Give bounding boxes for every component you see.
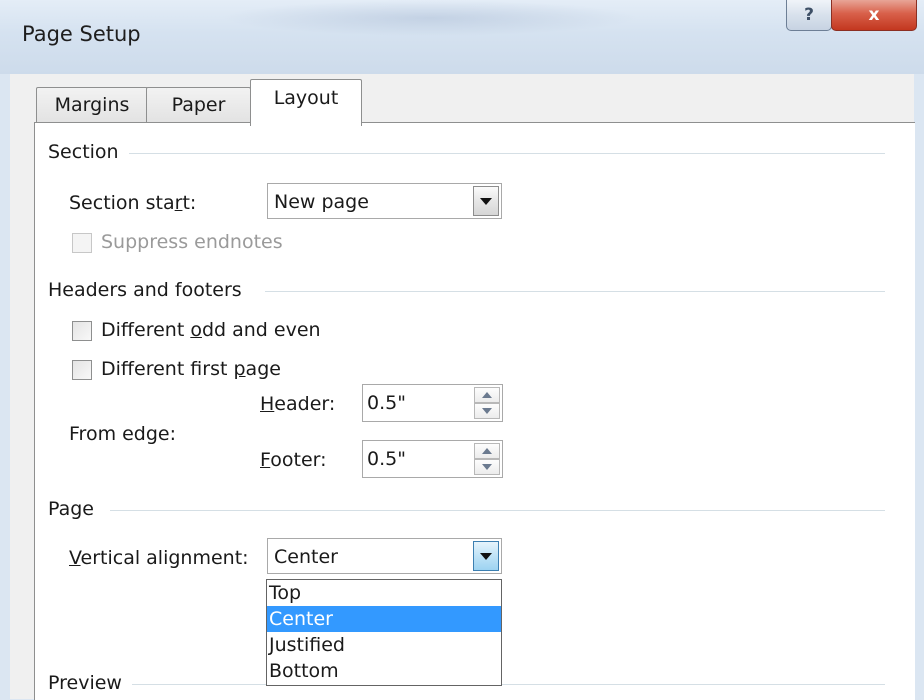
chevron-down-icon[interactable] xyxy=(473,541,499,571)
different-first-page-checkbox[interactable] xyxy=(72,360,92,380)
vertical-alignment-value: Center xyxy=(274,546,338,568)
footer-distance-value: 0.5" xyxy=(367,448,406,470)
different-odd-even-label: Different odd and even xyxy=(101,319,321,341)
spin-down-icon[interactable] xyxy=(474,459,500,475)
dialog-title: Page Setup xyxy=(22,22,141,46)
page-group-label: Page xyxy=(48,498,104,520)
label-text: age xyxy=(245,358,281,380)
help-icon: ? xyxy=(804,5,814,25)
chevron-down-icon[interactable] xyxy=(473,186,499,216)
label-text: t: xyxy=(182,192,197,214)
label-accel: H xyxy=(260,393,275,415)
dropdown-option-center[interactable]: Center xyxy=(267,606,501,632)
tab-margins[interactable]: Margins xyxy=(36,87,148,122)
vertical-alignment-label: Vertical alignment: xyxy=(69,547,249,569)
label-text: eader: xyxy=(274,393,336,415)
headers-footers-group-label: Headers and footers xyxy=(48,279,252,301)
section-start-label: Section start: xyxy=(69,192,196,214)
dropdown-option-top[interactable]: Top xyxy=(267,580,501,606)
tab-layout[interactable]: Layout xyxy=(250,79,362,126)
label-text: ooter: xyxy=(270,449,327,471)
header-distance-spinner[interactable]: 0.5" xyxy=(362,384,503,422)
close-button[interactable]: x xyxy=(831,0,917,31)
dropdown-option-justified[interactable]: Justified xyxy=(267,632,501,658)
dropdown-option-bottom[interactable]: Bottom xyxy=(267,658,501,684)
tab-label: Margins xyxy=(54,94,130,116)
spinner-buttons xyxy=(474,387,500,419)
from-edge-label: From edge: xyxy=(69,423,177,445)
header-distance-value: 0.5" xyxy=(367,392,406,414)
close-icon: x xyxy=(868,5,880,25)
headers-footers-divider xyxy=(265,291,885,292)
suppress-endnotes-label: Suppress endnotes xyxy=(101,231,283,253)
title-bar: Page Setup ? x xyxy=(0,0,924,74)
label-accel: F xyxy=(260,449,271,471)
section-divider xyxy=(115,153,885,154)
preview-divider xyxy=(125,684,885,685)
section-start-combo[interactable]: New page xyxy=(267,183,502,219)
page-divider xyxy=(110,510,885,511)
different-first-page-label: Different first page xyxy=(101,358,281,380)
preview-group-label: Preview xyxy=(48,672,132,694)
label-accel: V xyxy=(69,547,81,569)
label-text: Section sta xyxy=(69,192,175,214)
suppress-endnotes-checkbox[interactable] xyxy=(72,233,92,253)
label-text: ertical alignment: xyxy=(80,547,249,569)
label-text: Different xyxy=(101,319,191,341)
spin-down-icon[interactable] xyxy=(474,403,500,419)
help-button[interactable]: ? xyxy=(786,0,832,31)
label-accel: o xyxy=(190,319,202,341)
footer-distance-spinner[interactable]: 0.5" xyxy=(362,440,503,478)
section-group-label: Section xyxy=(48,141,129,163)
label-text: Different first xyxy=(101,358,234,380)
different-odd-even-checkbox[interactable] xyxy=(72,321,92,341)
spin-up-icon[interactable] xyxy=(474,443,500,459)
header-label: Header: xyxy=(260,393,335,415)
footer-label: Footer: xyxy=(260,449,327,471)
section-start-value: New page xyxy=(274,191,369,213)
tab-label: Paper xyxy=(171,94,226,116)
tab-paper[interactable]: Paper xyxy=(146,87,251,122)
spinner-buttons xyxy=(474,443,500,475)
spin-up-icon[interactable] xyxy=(474,387,500,403)
label-accel: p xyxy=(233,358,246,380)
vertical-alignment-dropdown-list: Top Center Justified Bottom xyxy=(266,579,502,686)
vertical-alignment-combo[interactable]: Center xyxy=(267,538,502,574)
tab-label: Layout xyxy=(273,87,339,109)
label-text: dd and even xyxy=(201,319,321,341)
